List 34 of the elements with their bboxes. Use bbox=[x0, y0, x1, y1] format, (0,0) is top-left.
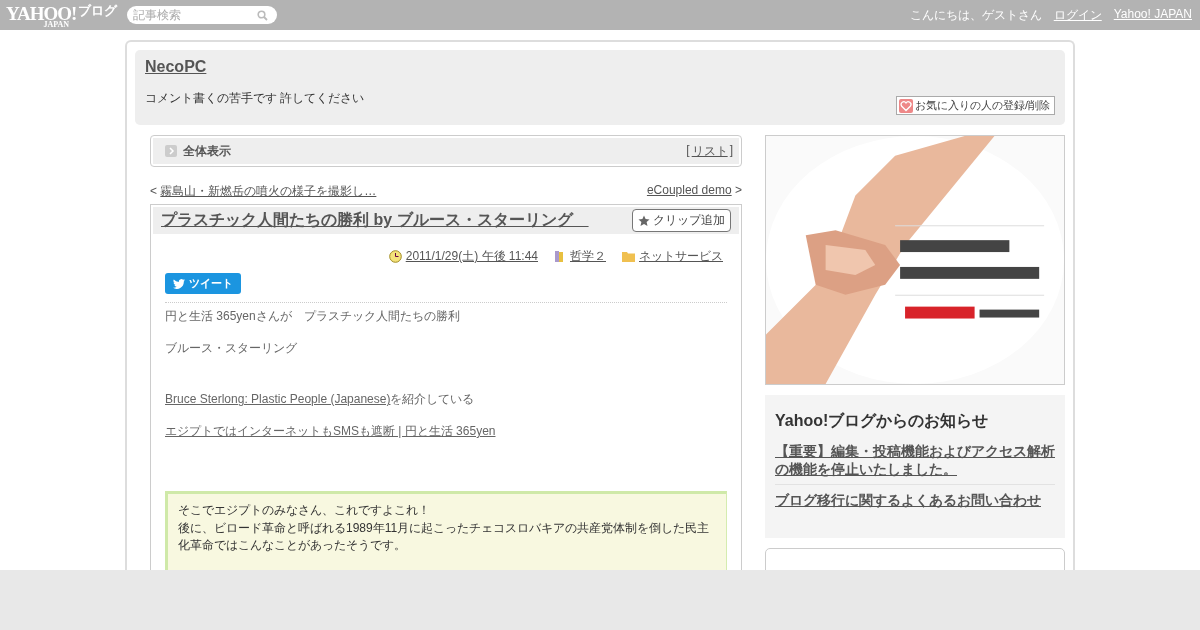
quote-text: 後に、ビロード革命と呼ばれる1989年11月に起こったチェコスロバキアの共産党体制を倒した民主化革命ではこんなことがあったそうです。 bbox=[178, 519, 711, 555]
chevron: > bbox=[735, 183, 742, 197]
paragraph: ブルース・スターリング bbox=[165, 340, 298, 357]
view-label: 全体表示 bbox=[183, 142, 231, 160]
star-icon bbox=[638, 214, 650, 227]
clock-icon bbox=[388, 250, 402, 263]
list-link[interactable]: リスト bbox=[691, 142, 728, 160]
blog-description: コメント書くの苦手です 許してください bbox=[145, 90, 365, 107]
folder-icon bbox=[622, 251, 635, 262]
notice-link[interactable]: ブログ移行に関するよくあるお問い合わせ bbox=[775, 484, 1055, 516]
bracket: [ bbox=[686, 142, 690, 159]
blog-title[interactable]: NecoPC bbox=[145, 58, 207, 76]
article-link[interactable]: エジプトではインターネットもSMSも遮断 | 円と生活 365yen bbox=[165, 423, 496, 438]
notice-link[interactable]: 【重要】編集・投稿機能およびアクセス解析の機能を停止いたしました。 bbox=[775, 440, 1055, 485]
paragraph: Bruce Sterlong: Plastic People (Japanese)を紹介している bbox=[165, 392, 476, 408]
favorite-button[interactable]: お気に入りの人の登録/削除 bbox=[895, 96, 1055, 115]
article-title[interactable]: プラスチック人間たちの勝利 by ブルース・スターリング bbox=[161, 210, 589, 231]
heart-icon bbox=[898, 98, 913, 113]
paragraph: 円と生活 365yenさんが プラスチック人間たちの勝利 bbox=[165, 309, 461, 325]
greeting: こんにちは、ゲストさん bbox=[909, 6, 1042, 24]
previous-post-link[interactable]: 霧島山・新燃岳の噴火の様子を撮影し… bbox=[160, 184, 377, 198]
next-post-link[interactable]: eCoupled demo bbox=[646, 183, 732, 197]
article-link[interactable]: Bruce Sterlong: Plastic People (Japanese) bbox=[165, 392, 391, 407]
bird-icon bbox=[173, 278, 185, 289]
search-icon bbox=[257, 9, 269, 21]
chevron: < bbox=[150, 184, 157, 198]
quote-text: そこでエジプトのみなさん、これですよこれ！ bbox=[178, 502, 431, 520]
category-link[interactable]: 哲学２ bbox=[570, 248, 606, 265]
clip-button[interactable]: クリップ追加 bbox=[632, 209, 731, 232]
notice-title: Yahoo!ブログからのお知らせ bbox=[775, 411, 990, 431]
books-icon bbox=[554, 250, 566, 263]
bracket: ] bbox=[729, 142, 733, 159]
folder-link[interactable]: ネットサービス bbox=[639, 248, 723, 265]
post-date[interactable]: 2011/1/29(土) 午後 11:44 bbox=[405, 248, 538, 265]
